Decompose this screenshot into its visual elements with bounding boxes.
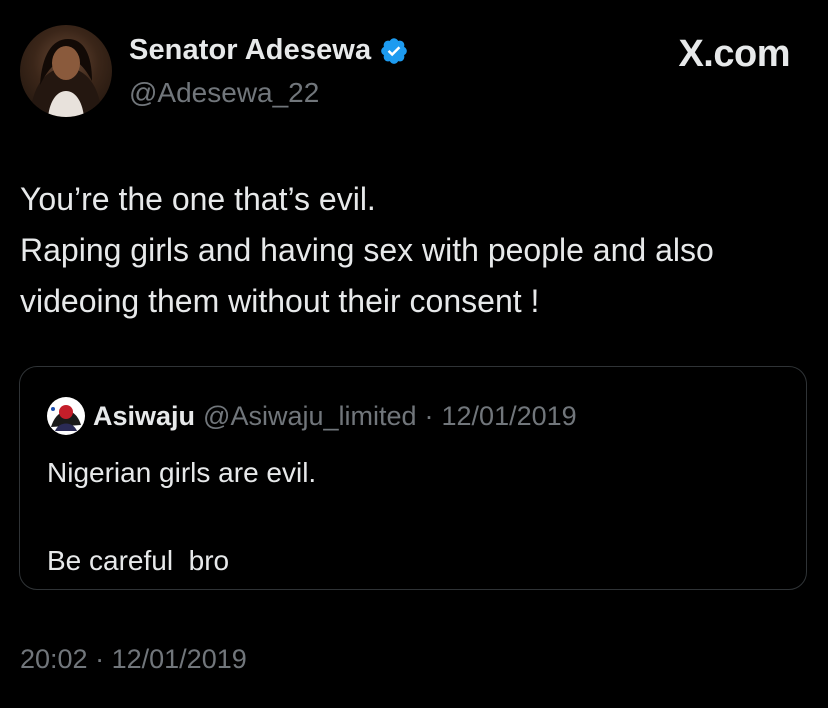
quoted-handle[interactable]: @Asiwaju_limited <box>203 401 416 432</box>
brand-watermark: X.com <box>678 33 790 75</box>
quoted-tweet-card[interactable]: Asiwaju @Asiwaju_limited · 12/01/2019 Ni… <box>19 366 807 590</box>
tweet-line: videoing them without their consent ! <box>20 283 540 319</box>
quoted-line: Be careful bro <box>47 545 230 576</box>
tweet-timestamp[interactable]: 20:02 · 12/01/2019 <box>20 644 247 675</box>
tweet-text: You’re the one that’s evil. Raping girls… <box>20 174 815 327</box>
quoted-author-avatar[interactable] <box>47 397 85 435</box>
quoted-line: Nigerian girls are evil. <box>47 457 317 488</box>
author-display-name[interactable]: Senator Adesewa <box>129 34 371 67</box>
verified-badge-icon <box>381 37 407 64</box>
quoted-display-name[interactable]: Asiwaju <box>93 401 195 432</box>
author-avatar[interactable] <box>20 25 112 117</box>
timestamp-time: 20:02 <box>20 644 88 674</box>
quoted-date[interactable]: 12/01/2019 <box>442 401 577 432</box>
timestamp-date: 12/01/2019 <box>111 644 247 674</box>
quoted-separator: · <box>424 400 434 431</box>
quoted-line-break <box>47 495 316 539</box>
profile-photo <box>30 39 102 117</box>
author-name-row: Senator Adesewa <box>129 34 409 67</box>
quoted-tweet-header: Asiwaju @Asiwaju_limited · 12/01/2019 <box>47 397 577 435</box>
tweet-line: Raping girls and having sex with people … <box>20 232 714 268</box>
tweet-line: You’re the one that’s evil. <box>20 181 376 217</box>
author-handle[interactable]: @Adesewa_22 <box>129 77 319 109</box>
quoted-tweet-text: Nigerian girls are evil. Be careful bro <box>47 451 316 583</box>
timestamp-separator: · <box>95 644 105 674</box>
